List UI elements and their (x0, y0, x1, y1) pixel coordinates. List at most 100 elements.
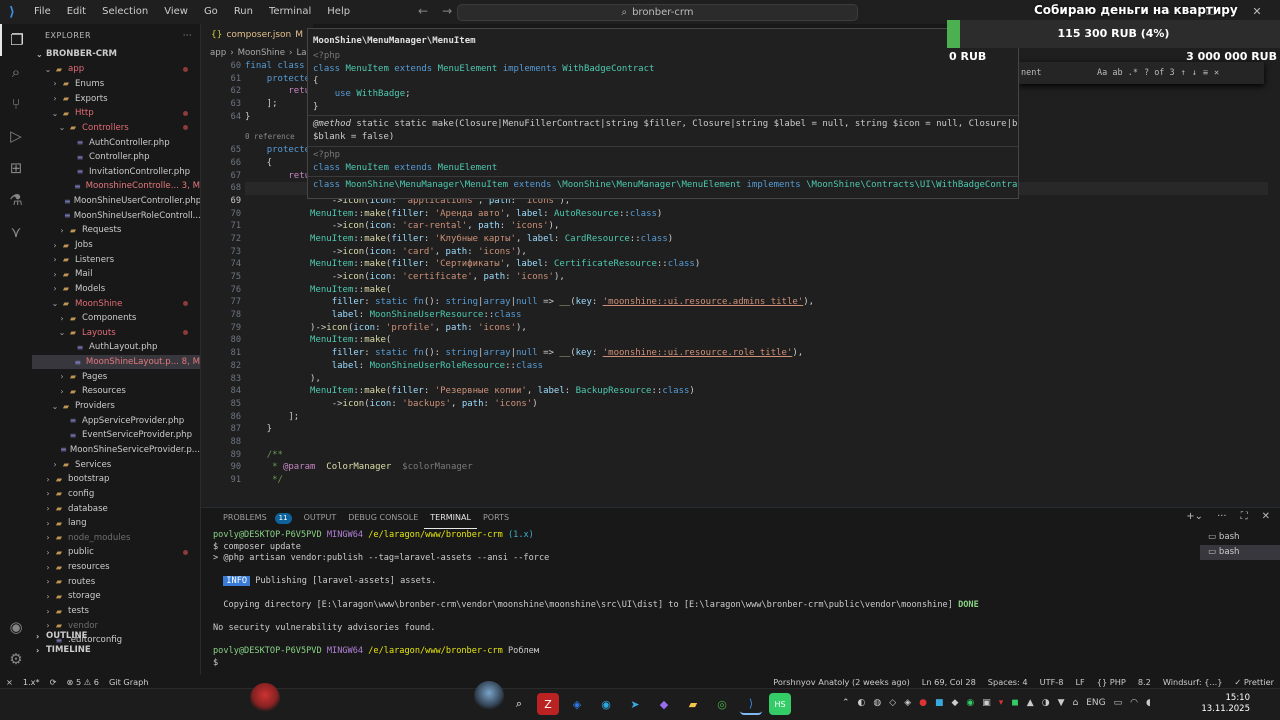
workspace-root[interactable]: ⌄ BRONBER-CRM (32, 46, 200, 62)
settings-gear-icon[interactable]: ⚙ (0, 643, 32, 675)
tray-app-icon[interactable]: ◑ (1042, 698, 1050, 708)
status-left-item[interactable]: ⨯ (6, 677, 13, 687)
tray-app-icon[interactable]: ▣ (982, 698, 991, 708)
sourcetree-icon[interactable]: ◈ (566, 693, 588, 715)
display-icon[interactable]: ▭ (1114, 698, 1123, 708)
tab-ports[interactable]: PORTS (477, 508, 515, 528)
app-icon[interactable]: ◆ (653, 693, 675, 715)
forward-arrow-icon[interactable]: → (442, 4, 452, 18)
tree-folder[interactable]: › ▰ Pages (32, 369, 200, 384)
tab-terminal[interactable]: TERMINAL (424, 508, 477, 529)
tree-file[interactable]: ≡ InvitationController.php (32, 164, 200, 179)
source-control-icon[interactable]: ⑂ (0, 88, 32, 120)
command-center-search[interactable]: ⌕ bronber-crm (457, 4, 858, 21)
outline-section[interactable]: › OUTLINE (32, 629, 200, 643)
menu-terminal[interactable]: Terminal (261, 0, 319, 24)
arrow-down-icon[interactable]: ↓ (1192, 68, 1197, 78)
menu-icon[interactable]: ≡ (1203, 68, 1208, 78)
edge-icon[interactable]: ◉ (595, 693, 617, 715)
extensions-icon[interactable]: ⊞ (0, 152, 32, 184)
tree-folder[interactable]: ⌄ ▰ Controllers (32, 121, 200, 136)
language-indicator[interactable]: ENG (1086, 698, 1105, 708)
tab-problems[interactable]: PROBLEMS 11 (211, 508, 298, 528)
run-debug-icon[interactable]: ▷ (0, 120, 32, 152)
tray-app-icon[interactable]: ◼ (1011, 698, 1018, 708)
tray-app-icon[interactable]: ◈ (904, 698, 911, 708)
editor-scrollbar[interactable] (1268, 60, 1280, 503)
tree-folder[interactable]: › ▰ Resources (32, 384, 200, 399)
breadcrumb-item[interactable]: app (210, 48, 226, 58)
tray-discord-icon[interactable]: ◍ (873, 698, 881, 708)
tray-app-icon[interactable]: ◉ (966, 698, 974, 708)
filezilla-icon[interactable]: Z (537, 693, 559, 715)
tree-folder[interactable]: › ▰ Components (32, 311, 200, 326)
status-right-item[interactable]: Spaces: 4 (988, 677, 1028, 687)
tree-folder[interactable]: › ▰ Exports (32, 91, 200, 106)
search-icon[interactable]: ⌕ (508, 693, 530, 715)
close-panel-icon[interactable]: ✕ (1262, 511, 1270, 522)
tray-app-icon[interactable]: ▼ (1058, 698, 1065, 708)
status-left-item[interactable]: ⟳ (50, 677, 57, 687)
tray-app-icon[interactable]: ◇ (889, 698, 896, 708)
references-hint[interactable]: 0 reference (245, 132, 295, 141)
tree-folder[interactable]: › ▰ bootstrap (32, 472, 200, 487)
arrow-up-icon[interactable]: ↑ (1181, 68, 1186, 78)
tray-app-icon[interactable]: ▾ (999, 698, 1004, 708)
volume-icon[interactable]: ◖ (1146, 698, 1151, 708)
clock[interactable]: 15:10 13.11.2025 (1201, 693, 1250, 715)
tree-folder[interactable]: › ▰ config (32, 487, 200, 502)
wifi-icon[interactable]: ◠ (1130, 698, 1138, 708)
tree-file[interactable]: ≡ AppServiceProvider.php (32, 413, 200, 428)
vscode-icon[interactable]: ⟩ (740, 693, 762, 715)
maximize-panel-icon[interactable]: ⛶ (1241, 511, 1248, 522)
find-options[interactable]: Aa ab .* (1097, 68, 1138, 78)
menu-selection[interactable]: Selection (94, 0, 156, 24)
more-actions-icon[interactable]: ··· (183, 31, 192, 40)
tree-folder[interactable]: ⌄ ▰ Layouts (32, 326, 200, 341)
tree-folder[interactable]: ⌄ ▰ MoonShine (32, 296, 200, 311)
close-icon[interactable]: ✕ (1214, 68, 1219, 78)
terminal-instance[interactable]: ▭ bash (1200, 530, 1280, 545)
tree-folder[interactable]: › ▰ Listeners (32, 252, 200, 267)
menu-file[interactable]: File (26, 0, 59, 24)
status-right-item[interactable]: 8.2 (1138, 677, 1151, 687)
find-input-value[interactable]: nent (1021, 68, 1091, 78)
menu-view[interactable]: View (156, 0, 196, 24)
status-right-item[interactable]: Porshnyov Anatoly (2 weeks ago) (773, 677, 910, 687)
status-right-item[interactable]: Windsurf: {...} (1163, 677, 1223, 687)
explorer-icon[interactable]: ❐ (0, 24, 32, 56)
tree-folder[interactable]: › ▰ Jobs (32, 238, 200, 253)
tab-output[interactable]: OUTPUT (298, 508, 343, 528)
tree-file[interactable]: ≡ AuthController.php (32, 135, 200, 150)
tree-folder[interactable]: › ▰ public (32, 545, 200, 560)
status-right-item[interactable]: ✓ Prettier (1234, 677, 1274, 687)
back-arrow-icon[interactable]: ← (418, 4, 428, 18)
terminal-instance[interactable]: ▭ bash (1200, 545, 1280, 560)
tree-folder[interactable]: › ▰ Services (32, 457, 200, 472)
telegram-icon[interactable]: ➤ (624, 693, 646, 715)
tree-folder[interactable]: › ▰ node_modules (32, 531, 200, 546)
testing-icon[interactable]: ⚗ (0, 184, 32, 216)
tree-file[interactable]: ≡ EventServiceProvider.php (32, 428, 200, 443)
tree-folder[interactable]: ⌄ ▰ app (32, 62, 200, 77)
tree-folder[interactable]: › ▰ routes (32, 574, 200, 589)
tray-app-icon[interactable]: ■ (935, 698, 944, 708)
status-left-item[interactable]: 1.x* (23, 677, 40, 687)
menu-edit[interactable]: Edit (59, 0, 94, 24)
tree-folder[interactable]: › ▰ Models (32, 282, 200, 297)
find-widget[interactable]: nent Aa ab .* ? of 3 ↑ ↓ ≡ ✕ (1019, 62, 1264, 84)
terminal-output[interactable]: povly@DESKTOP-P6V5PVD MINGW64 /e/laragon… (201, 530, 1191, 676)
tree-file[interactable]: ≡ MoonShineUserRoleControll... (32, 208, 200, 223)
tree-file[interactable]: ≡ MoonShineLayout.p... 8, M (32, 354, 200, 370)
tray-app-icon[interactable]: ⌂ (1073, 698, 1079, 708)
tree-file[interactable]: ≡ MoonShineUserController.php (32, 194, 200, 209)
explorer-folder-icon[interactable]: ▰ (682, 693, 704, 715)
status-left-item[interactable]: ⊗ 5 ⚠ 6 (67, 677, 99, 687)
chrome-icon[interactable]: ◎ (711, 693, 733, 715)
tray-app-icon[interactable]: ● (919, 698, 927, 708)
tree-folder[interactable]: › ▰ lang (32, 516, 200, 531)
menu-run[interactable]: Run (226, 0, 261, 24)
new-terminal-icon[interactable]: +⌄ (1186, 511, 1203, 522)
status-right-item[interactable]: {} PHP (1097, 677, 1126, 687)
search-icon[interactable]: ⌕ (0, 56, 32, 88)
